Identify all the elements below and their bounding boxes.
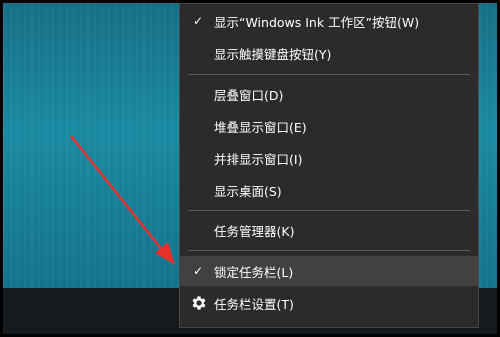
menu-item-label: 显示“Windows Ink 工作区”按钮(W) xyxy=(214,14,420,30)
screenshot-frame: ✓ 显示“Windows Ink 工作区”按钮(W) 显示触摸键盘按钮(Y) 层… xyxy=(3,3,497,334)
menu-item-task-manager[interactable]: 任务管理器(K) xyxy=(180,215,478,245)
checkmark-icon: ✓ xyxy=(192,264,204,278)
menu-item-label: 显示桌面(S) xyxy=(214,183,282,199)
gear-icon xyxy=(192,296,206,310)
menu-item-side-by-side-windows[interactable]: 并排显示窗口(I) xyxy=(180,143,478,173)
menu-item-label: 任务栏设置(T) xyxy=(214,296,294,312)
menu-item-taskbar-settings[interactable]: 任务栏设置(T) xyxy=(180,288,478,318)
menu-separator xyxy=(188,210,470,211)
menu-item-lock-taskbar[interactable]: ✓ 锁定任务栏(L) xyxy=(180,256,478,286)
menu-item-label: 锁定任务栏(L) xyxy=(214,264,294,280)
menu-item-label: 堆叠显示窗口(E) xyxy=(214,119,307,135)
menu-separator xyxy=(188,250,470,251)
taskbar-context-menu: ✓ 显示“Windows Ink 工作区”按钮(W) 显示触摸键盘按钮(Y) 层… xyxy=(179,3,479,328)
menu-item-label: 显示触摸键盘按钮(Y) xyxy=(214,46,332,62)
checkmark-icon: ✓ xyxy=(192,14,204,28)
menu-item-show-touch-keyboard[interactable]: 显示触摸键盘按钮(Y) xyxy=(180,38,478,68)
menu-item-show-desktop[interactable]: 显示桌面(S) xyxy=(180,175,478,205)
menu-item-show-windows-ink[interactable]: ✓ 显示“Windows Ink 工作区”按钮(W) xyxy=(180,6,478,36)
menu-item-label: 层叠窗口(D) xyxy=(214,87,284,103)
menu-item-cascade-windows[interactable]: 层叠窗口(D) xyxy=(180,79,478,109)
menu-item-label: 并排显示窗口(I) xyxy=(214,151,303,167)
menu-separator xyxy=(188,74,470,75)
menu-item-label: 任务管理器(K) xyxy=(214,223,295,239)
menu-item-stack-windows[interactable]: 堆叠显示窗口(E) xyxy=(180,111,478,141)
